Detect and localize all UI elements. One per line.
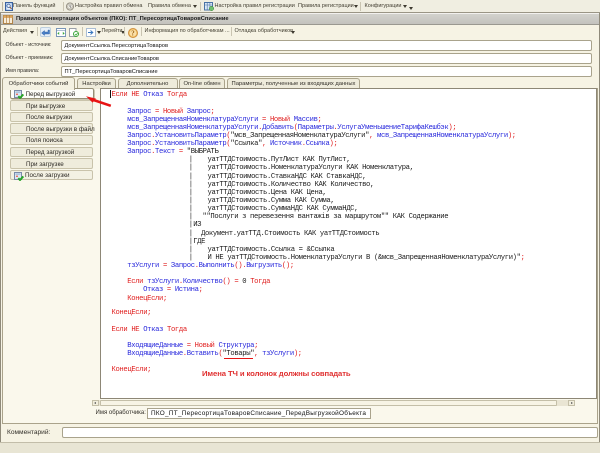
svg-text:?: ? — [131, 30, 134, 37]
